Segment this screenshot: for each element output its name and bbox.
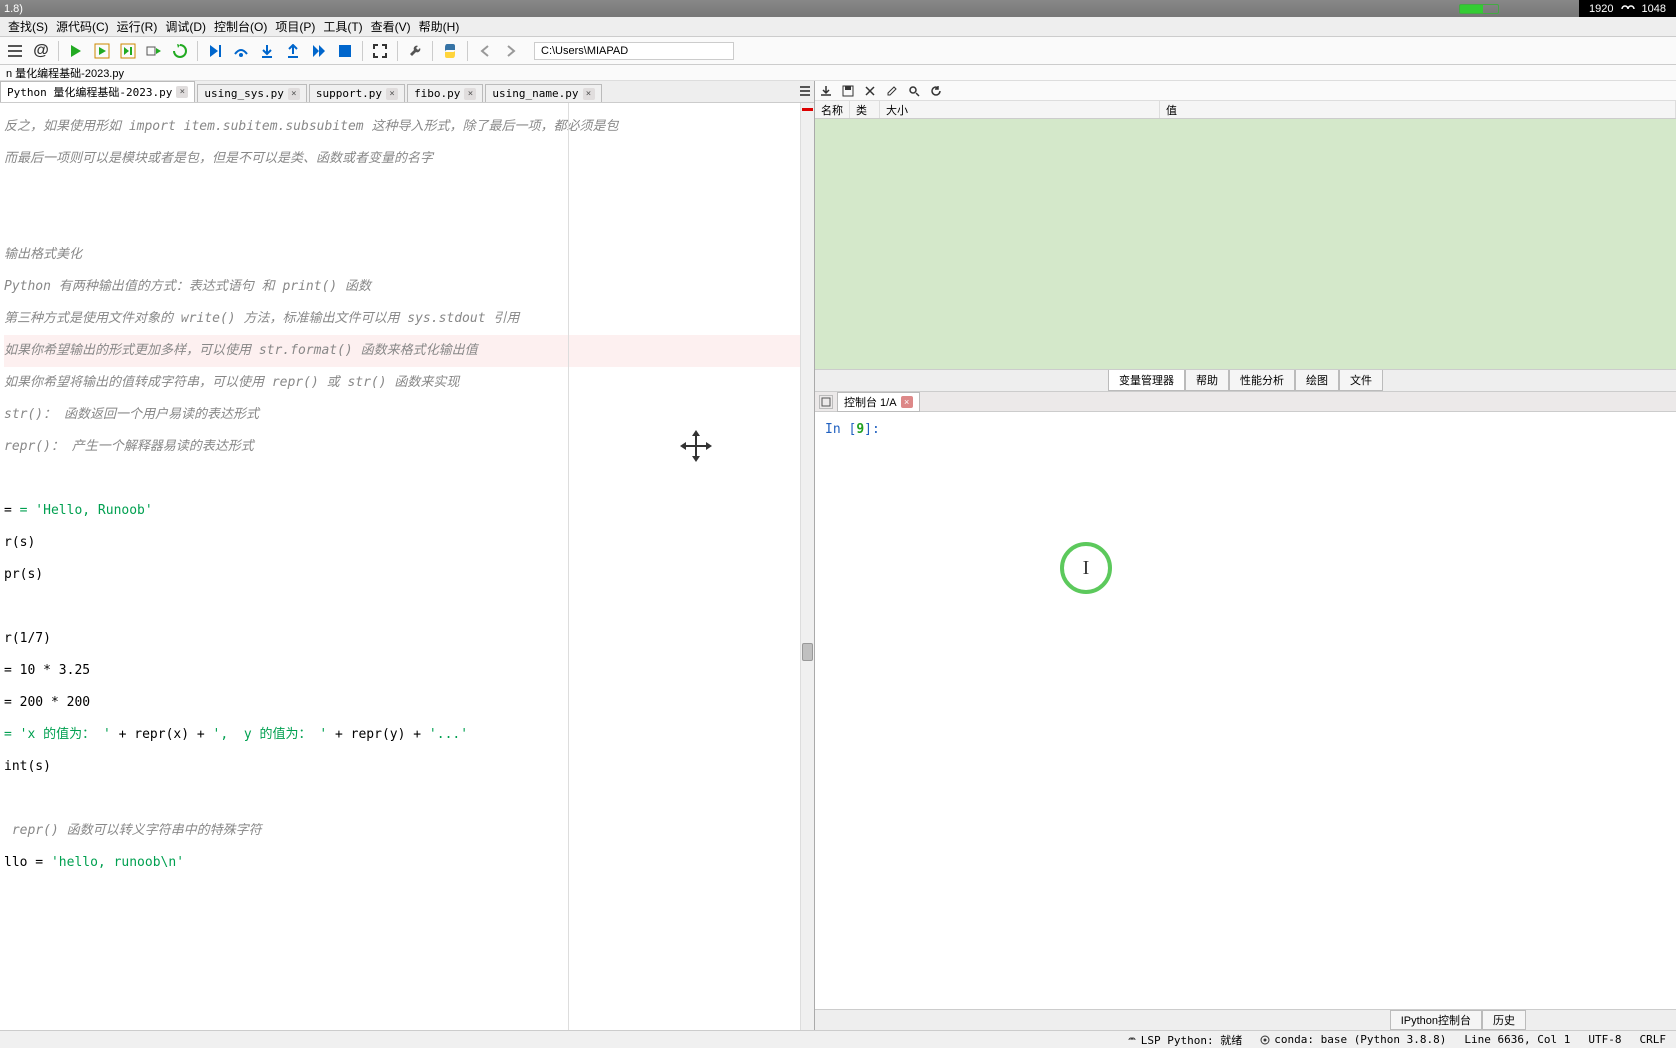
console-tab-1[interactable]: 控制台 1/A × [837, 392, 920, 412]
debug-icon[interactable] [204, 40, 226, 62]
col-name[interactable]: 名称 [815, 101, 850, 118]
menu-find[interactable]: 查找(S) [4, 18, 52, 35]
rerun-icon[interactable] [169, 40, 191, 62]
menu-source[interactable]: 源代码(C) [52, 18, 113, 35]
btab-history[interactable]: 历史 [1482, 1010, 1526, 1030]
status-cursor-pos: Line 6636, Col 1 [1464, 1033, 1570, 1046]
rtab-plots[interactable]: 绘图 [1295, 370, 1339, 391]
editor-tabs: Python 量化编程基础-2023.py× using_sys.py× sup… [0, 81, 814, 103]
variable-toolbar [815, 81, 1676, 101]
rtab-variables[interactable]: 变量管理器 [1108, 370, 1185, 391]
editor-pane: Python 量化编程基础-2023.py× using_sys.py× sup… [0, 81, 815, 1030]
browse-tabs-icon[interactable] [819, 395, 833, 409]
close-icon[interactable]: × [176, 86, 188, 98]
tab-fibo[interactable]: fibo.py× [407, 84, 483, 102]
link-icon [1127, 1035, 1137, 1045]
edit-var-icon[interactable] [885, 84, 899, 98]
right-pane-tabs: 变量管理器 帮助 性能分析 绘图 文件 [815, 369, 1676, 392]
tab-using-sys[interactable]: using_sys.py× [197, 84, 306, 102]
save-var-icon[interactable] [841, 84, 855, 98]
scrollbar-thumb[interactable] [802, 643, 813, 661]
col-type[interactable]: 类型 [850, 101, 880, 118]
python-icon[interactable] [439, 40, 461, 62]
run-icon[interactable] [65, 40, 87, 62]
run-selection-icon[interactable] [143, 40, 165, 62]
resolution-indicator: 1920 1048 [1579, 0, 1676, 17]
import-icon[interactable] [819, 84, 833, 98]
close-icon[interactable]: × [386, 88, 398, 100]
gear-icon [1260, 1035, 1270, 1045]
col-size[interactable]: 大小 [880, 101, 1160, 118]
breadcrumb: n 量化编程基础-2023.py [0, 65, 1676, 81]
rtab-files[interactable]: 文件 [1339, 370, 1383, 391]
status-conda[interactable]: conda: base (Python 3.8.8) [1260, 1033, 1446, 1046]
at-icon[interactable]: @ [30, 40, 52, 62]
menu-console[interactable]: 控制台(O) [210, 18, 271, 35]
search-icon[interactable] [907, 84, 921, 98]
col-value[interactable]: 值 [1160, 101, 1676, 118]
variable-header: 名称 类型 大小 值 [815, 101, 1676, 119]
step-over-icon[interactable] [230, 40, 252, 62]
menu-help[interactable]: 帮助(H) [415, 18, 464, 35]
menu-project[interactable]: 项目(P) [271, 18, 319, 35]
titlebar-text: 1.8) [4, 3, 23, 15]
delete-var-icon[interactable] [863, 84, 877, 98]
nav-forward-icon[interactable] [500, 40, 522, 62]
console-bottom-tabs: IPython控制台 历史 [815, 1009, 1676, 1030]
ipython-console[interactable]: In [9]: I [815, 412, 1676, 1009]
rtab-profiler[interactable]: 性能分析 [1229, 370, 1295, 391]
nav-back-icon[interactable] [474, 40, 496, 62]
tabs-menu-icon[interactable] [798, 83, 812, 100]
link-icon [1620, 4, 1636, 14]
continue-icon[interactable] [308, 40, 330, 62]
run-cell-icon[interactable] [91, 40, 113, 62]
close-icon[interactable]: × [288, 88, 300, 100]
battery-icon [1459, 4, 1499, 14]
close-icon[interactable]: × [464, 88, 476, 100]
step-into-icon[interactable] [256, 40, 278, 62]
statusbar: LSP Python: 就绪 conda: base (Python 3.8.8… [0, 1030, 1676, 1048]
editor-scrollbar[interactable] [800, 103, 814, 1030]
fullscreen-icon[interactable] [369, 40, 391, 62]
toolbar: @ C:\Users\MIAPAD [0, 37, 1676, 65]
run-cell-advance-icon[interactable] [117, 40, 139, 62]
variable-explorer-body[interactable] [815, 119, 1676, 369]
close-icon[interactable]: × [901, 396, 913, 408]
menu-view[interactable]: 查看(V) [367, 18, 415, 35]
status-encoding[interactable]: UTF-8 [1588, 1033, 1621, 1046]
menu-debug[interactable]: 调试(D) [161, 18, 210, 35]
close-icon[interactable]: × [583, 88, 595, 100]
rtab-help[interactable]: 帮助 [1185, 370, 1229, 391]
console-tabs: 控制台 1/A × [815, 392, 1676, 412]
menu-run[interactable]: 运行(R) [113, 18, 162, 35]
status-lsp[interactable]: LSP Python: 就绪 [1127, 1032, 1242, 1048]
console-prompt: In [9]: [825, 422, 1666, 437]
tab-using-name[interactable]: using_name.py× [485, 84, 601, 102]
code-editor[interactable]: 反之，如果使用形如 import item.subitem.subsubitem… [0, 103, 814, 1030]
menu-tools[interactable]: 工具(T) [319, 18, 366, 35]
wrench-icon[interactable] [404, 40, 426, 62]
status-eol[interactable]: CRLF [1640, 1033, 1667, 1046]
refresh-icon[interactable] [929, 84, 943, 98]
window-titlebar: 1.8) 1920 1048 [0, 0, 1676, 17]
btab-ipython[interactable]: IPython控制台 [1390, 1010, 1482, 1030]
cursor-indicator-icon: I [1060, 542, 1112, 594]
tab-support[interactable]: support.py× [309, 84, 405, 102]
outline-icon[interactable] [4, 40, 26, 62]
menubar: 查找(S) 源代码(C) 运行(R) 调试(D) 控制台(O) 项目(P) 工具… [0, 17, 1676, 37]
step-out-icon[interactable] [282, 40, 304, 62]
working-dir-input[interactable]: C:\Users\MIAPAD [534, 42, 734, 60]
stop-icon[interactable] [334, 40, 356, 62]
tab-main[interactable]: Python 量化编程基础-2023.py× [0, 81, 195, 102]
